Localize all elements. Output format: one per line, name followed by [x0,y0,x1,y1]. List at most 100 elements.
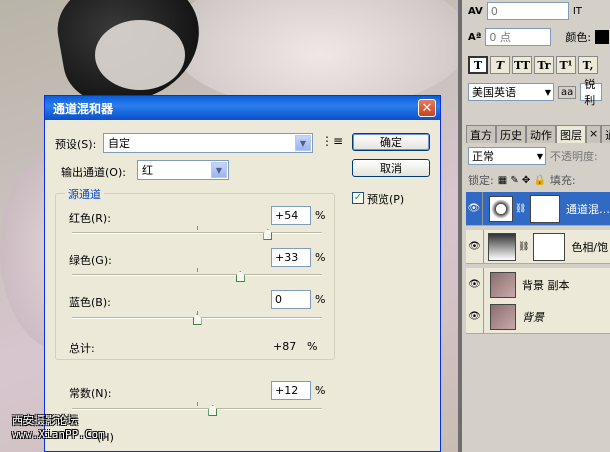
preview-label: 预览(P) [367,193,405,206]
preset-menu-icon[interactable]: ⋮≡ [321,134,343,148]
tab-layers[interactable]: 图层 [556,125,586,143]
layer-name: 背景 副本 [522,278,570,292]
channel-value-field[interactable]: +54 [271,206,311,225]
layer-name: 色相/饱 [571,240,609,254]
chevron-down-icon: ▼ [536,151,543,161]
superscript-button[interactable]: T¹ [556,56,576,74]
layer-row[interactable]: 👁 背景 副本 [466,268,610,302]
language-select[interactable]: 美国英语 ▼ [468,83,554,101]
layer-row[interactable]: 👁 ⛓ 通道混… [466,192,610,226]
photo-face [95,20,185,90]
baseline-icon: Aª [468,31,482,43]
small-caps-button[interactable]: Tr [534,56,554,74]
baseline-field[interactable]: 0 点 [485,28,552,46]
all-caps-button[interactable]: TT [512,56,532,74]
antialias-value: 锐利 [584,78,596,107]
link-icon: ⛓ [514,203,527,214]
tab-histogram[interactable]: 直方 [466,125,496,143]
lock-icons[interactable]: ▦ ✎ ✥ 🔒 [498,175,546,186]
ok-button[interactable]: 确定 [352,133,430,151]
adjustment-thumbnail [488,195,513,222]
link-icon: ⛓ [518,241,530,252]
layer-name: 背景 [522,310,544,324]
subscript-button[interactable]: T, [578,56,598,74]
slider-track[interactable] [72,274,322,276]
percent-unit: % [315,384,326,397]
chevron-down-icon: ▼ [295,135,311,151]
output-channel-select[interactable]: 红 ▼ [137,160,229,180]
total-value: +87 [273,340,297,353]
photo-shoulder [170,0,458,110]
watermark-line1: 西安摄影论坛 [12,414,78,427]
channel-label: 蓝色(B): [69,296,111,309]
watermark-line2: www.XianPP.Com [12,428,105,441]
layers-tabs: 直方 历史 动作 图层 × 通 [466,125,610,143]
output-channel-label: 输出通道(O): [61,166,126,179]
language-row: 美国英语 ▼ aa 锐利 [468,78,603,107]
layer-row[interactable]: 👁 背景 [466,300,610,334]
tracking-value: 0 [490,4,498,18]
color-swatch[interactable] [595,30,610,44]
chevron-down-icon: ▼ [211,162,227,178]
tracking-row: AV 0 IT [468,2,582,20]
close-icon[interactable]: ✕ [418,99,436,117]
slider-track[interactable] [72,408,322,410]
tab-actions[interactable]: 动作 [526,125,556,143]
channel-value-field[interactable]: 0 [271,290,311,309]
tracking-field[interactable]: 0 [486,2,569,20]
slider-center-tick [197,268,198,272]
tracking-icon: AV [468,5,483,17]
tab-close-icon[interactable]: × [586,125,602,143]
slider-center-tick [197,226,198,230]
eye-icon[interactable]: 👁 [466,192,483,225]
slider-track[interactable] [72,232,322,234]
layer-name: 通道混… [566,202,610,216]
total-label: 总计: [69,342,95,355]
channel-label: 绿色(G): [69,254,112,267]
percent-unit: % [315,251,326,264]
layer-mask-thumbnail [533,232,566,261]
scale-icon: IT [572,5,582,17]
preset-select[interactable]: 自定 ▼ [103,133,313,153]
tab-channels[interactable]: 通 [601,125,610,143]
percent-unit: % [315,293,326,306]
percent-unit: % [315,209,326,222]
fill-label: 填充: [549,174,576,187]
baseline-value: 0 点 [489,31,511,44]
layer-row[interactable]: 👁 ⛓ 色相/饱 [466,230,610,264]
language-value: 美国英语 [472,86,516,99]
faux-italic-button[interactable]: T [490,56,510,74]
constant-value-field[interactable]: +12 [271,381,311,400]
eye-icon[interactable]: 👁 [466,268,484,301]
layer-thumbnail [490,271,516,298]
total-unit: % [307,340,318,353]
preset-label: 预设(S): [55,138,97,151]
preset-value: 自定 [108,137,130,150]
blend-row: 正常 ▼ 不透明度: [468,147,598,165]
opacity-label: 不透明度: [550,150,598,163]
tab-history[interactable]: 历史 [496,125,526,143]
antialias-icon: aa [558,85,577,99]
eye-icon[interactable]: 👁 [466,300,484,333]
chevron-down-icon: ▼ [544,87,551,97]
adjustment-thumbnail [488,232,516,261]
channel-mixer-dialog: 通道混和器 ✕ 预设(S): 自定 ▼ ⋮≡ 输出通道(O): 红 ▼ 确定 取… [44,95,441,452]
antialias-select[interactable]: 锐利 [580,78,603,107]
blend-mode-select[interactable]: 正常 ▼ [468,147,546,165]
type-style-row: T T TT Tr T¹ T, [468,56,598,74]
layer-mask-thumbnail [530,194,560,223]
slider-center-tick [197,402,198,406]
dialog-title: 通道混和器 [53,101,114,116]
cancel-button[interactable]: 取消 [352,159,430,177]
slider-thumb[interactable] [208,405,218,416]
source-channels-label: 源通道 [65,186,104,202]
baseline-row: Aª 0 点 颜色: [468,28,610,46]
blend-mode-value: 正常 [472,150,494,163]
layer-thumbnail [490,303,516,330]
faux-bold-button[interactable]: T [468,56,488,74]
eye-icon[interactable]: 👁 [466,230,484,263]
channel-value-field[interactable]: +33 [271,248,311,267]
preview-checkbox[interactable]: ✓ [352,192,364,204]
constant-label: 常数(N): [69,387,112,400]
dialog-titlebar[interactable]: 通道混和器 ✕ [45,96,440,120]
